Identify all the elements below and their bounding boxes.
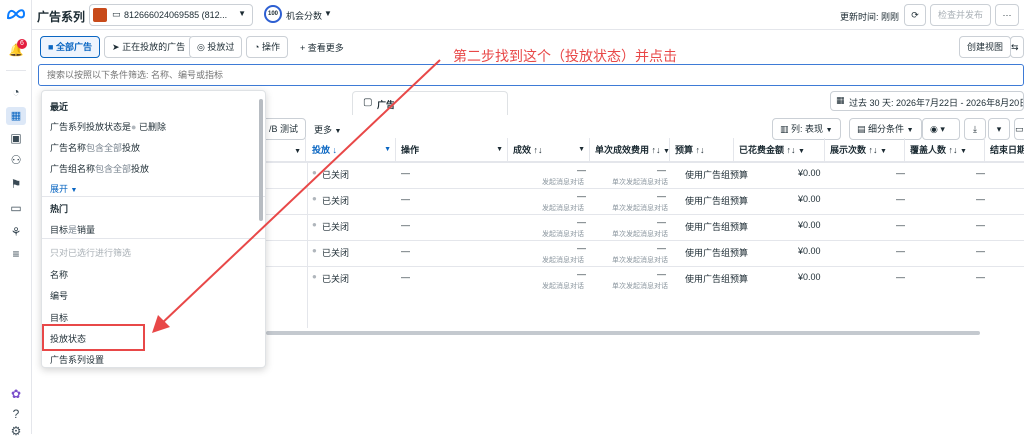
annotation-arrow: [152, 59, 441, 333]
